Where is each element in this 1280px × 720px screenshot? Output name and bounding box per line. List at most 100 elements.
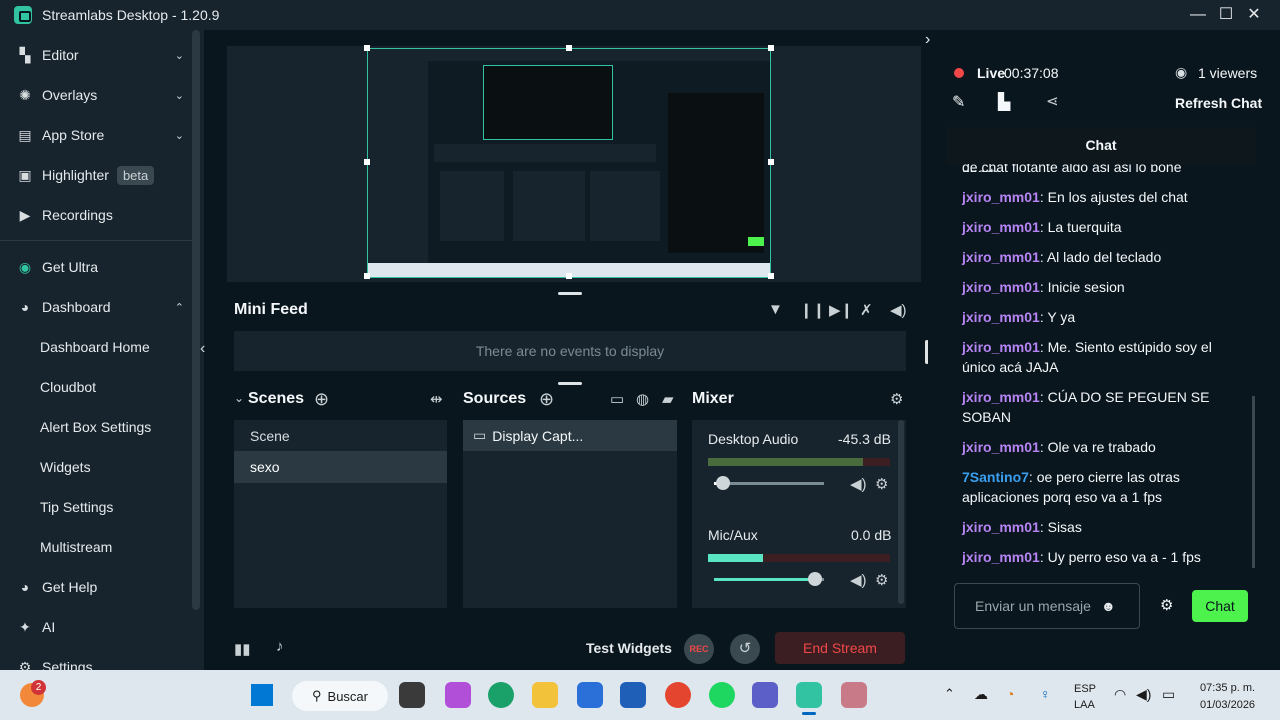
refresh-chat-button[interactable]: Refresh Chat — [1175, 95, 1262, 111]
replay-buffer-icon[interactable]: ↺ — [730, 634, 760, 664]
chevron-up-icon[interactable]: ⌃ — [944, 686, 955, 702]
clock-date[interactable]: 01/03/2026 — [1200, 699, 1255, 711]
sidebar-item-settings[interactable]: ⚙ Settings — [0, 647, 192, 671]
sidebar-item-dashboard[interactable]: ◕ Dashboard ⌃ — [0, 287, 192, 327]
resize-handle[interactable] — [768, 273, 774, 279]
edge-icon[interactable] — [488, 682, 514, 708]
resize-handle[interactable] — [566, 45, 572, 51]
source-display-icon[interactable]: ▭ — [610, 390, 624, 408]
chat-username[interactable]: jxiro_mm01 — [962, 339, 1040, 355]
resize-handle[interactable] — [364, 159, 370, 165]
stats-icon[interactable]: ▮▮ — [234, 640, 251, 658]
record-button[interactable]: REC — [684, 634, 714, 664]
scene-item-selected[interactable]: sexo — [234, 451, 447, 483]
sidebar-item-multistream[interactable]: Multistream — [0, 527, 192, 567]
sidebar-item-editor[interactable]: ▚ Editor ⌄ — [0, 35, 192, 75]
language-code[interactable]: ESP — [1074, 683, 1096, 695]
resize-grip[interactable] — [558, 382, 582, 385]
add-scene-icon[interactable]: ⊕ — [314, 389, 329, 410]
chat-input[interactable]: Enviar un mensaje ☻ — [954, 583, 1140, 629]
scene-item[interactable]: Scene — [234, 420, 447, 451]
emoji-icon[interactable]: ☻ — [1101, 598, 1116, 614]
app-icon[interactable] — [841, 682, 867, 708]
source-audio-icon[interactable]: ◍ — [636, 390, 649, 408]
add-folder-icon[interactable]: ▰ — [662, 390, 674, 408]
transitions-icon[interactable]: ⇹ — [430, 390, 443, 408]
chat-username[interactable]: 7Santino7 — [962, 469, 1029, 485]
sidebar-item-highlighter[interactable]: ▣ Highlighter beta — [0, 155, 192, 195]
chat-username[interactable]: jxiro_mm01 — [962, 519, 1040, 535]
chat-username[interactable]: jxiro_mm01 — [962, 279, 1040, 295]
sidebar-item-recordings[interactable]: ▶ Recordings — [0, 195, 192, 235]
volume-slider[interactable] — [714, 476, 824, 490]
volume-icon[interactable]: ◀) — [1136, 686, 1151, 703]
sidebar-item-app-store[interactable]: ▤ App Store ⌄ — [0, 115, 192, 155]
chevron-down-icon[interactable]: ⌄ — [234, 391, 244, 405]
speaker-icon[interactable]: ◀) — [850, 475, 867, 493]
resize-handle[interactable] — [364, 45, 370, 51]
chat-username[interactable]: jxiro_mm01 — [962, 439, 1040, 455]
teams-icon[interactable] — [752, 682, 778, 708]
display-capture-preview[interactable] — [367, 48, 771, 278]
store-icon[interactable] — [577, 682, 603, 708]
source-item[interactable]: ▭ Display Capt... — [463, 420, 677, 451]
outlook-icon[interactable] — [620, 682, 646, 708]
chat-username[interactable]: jxiro_mm01 — [962, 249, 1040, 265]
sidebar-item-tip-settings[interactable]: Tip Settings — [0, 487, 192, 527]
gear-icon[interactable]: ⚙ — [875, 475, 888, 493]
resize-handle[interactable] — [364, 273, 370, 279]
chat-scrollbar[interactable] — [1252, 396, 1255, 568]
resize-handle[interactable] — [768, 159, 774, 165]
chat-username[interactable]: jxiro_mm01 — [962, 389, 1040, 405]
sidebar-item-get-help[interactable]: ◕ Get Help — [0, 567, 192, 607]
add-source-icon[interactable]: ⊕ — [539, 389, 554, 410]
pause-icon[interactable]: ❙❙ — [800, 301, 825, 319]
notifications-icon[interactable]: ♪ — [276, 638, 284, 655]
camera-icon[interactable]: ▙ — [998, 92, 1010, 112]
skip-icon[interactable]: ▶❙ — [829, 301, 853, 319]
copilot-icon[interactable] — [445, 682, 471, 708]
wifi-icon[interactable]: ◠ — [1114, 686, 1126, 703]
mixer-scrollbar[interactable] — [898, 420, 904, 604]
minimize-button[interactable]: — — [1188, 5, 1208, 25]
start-icon[interactable] — [251, 684, 273, 706]
gear-icon[interactable]: ⚙ — [890, 390, 903, 408]
sidebar-item-cloudbot[interactable]: Cloudbot — [0, 367, 192, 407]
expand-chat-icon[interactable]: › — [925, 31, 930, 49]
spotify-icon[interactable] — [709, 682, 735, 708]
volume-slider[interactable] — [714, 572, 824, 586]
edit-icon[interactable]: ✎ — [952, 92, 965, 112]
sidebar-item-get-ultra[interactable]: ◉ Get Ultra — [0, 247, 192, 287]
file-explorer-icon[interactable] — [532, 682, 558, 708]
share-icon[interactable]: ⋖ — [1046, 92, 1059, 110]
resize-handle[interactable] — [566, 273, 572, 279]
resize-grip[interactable] — [558, 292, 582, 295]
collapse-sidebar-icon[interactable]: ‹ — [200, 340, 205, 358]
streamlabs-icon[interactable] — [796, 682, 822, 708]
mute-alerts-icon[interactable]: ✗ — [860, 301, 873, 319]
onedrive-icon[interactable]: ☁ — [974, 686, 988, 703]
maximize-button[interactable]: ☐ — [1216, 5, 1236, 25]
chat-username[interactable]: jxiro_mm01 — [962, 549, 1040, 565]
close-button[interactable]: ✕ — [1244, 5, 1264, 25]
microphone-icon[interactable]: ♀ — [1040, 686, 1051, 702]
task-view-icon[interactable] — [399, 682, 425, 708]
sidebar-scrollbar[interactable] — [192, 30, 200, 610]
clock-time[interactable]: 07:35 p. m. — [1200, 682, 1255, 694]
sidebar-item-overlays[interactable]: ✺ Overlays ⌄ — [0, 75, 192, 115]
resize-handle[interactable] — [768, 45, 774, 51]
chrome-icon[interactable] — [665, 682, 691, 708]
volume-icon[interactable]: ◀) — [890, 301, 907, 319]
keyboard-layout[interactable]: LAA — [1074, 699, 1095, 711]
sidebar-item-widgets[interactable]: Widgets — [0, 447, 192, 487]
sidebar-item-ai[interactable]: ✦ AI — [0, 607, 192, 647]
sidebar-item-alert-box-settings[interactable]: Alert Box Settings — [0, 407, 192, 447]
chat-username[interactable]: jxiro_mm01 — [962, 219, 1040, 235]
speaker-icon[interactable]: ◀) — [850, 571, 867, 589]
end-stream-button[interactable]: End Stream — [775, 632, 905, 664]
test-widgets-button[interactable]: Test Widgets — [586, 640, 672, 656]
chat-username[interactable]: jxiro_mm01 — [962, 309, 1040, 325]
gear-icon[interactable]: ⚙ — [1160, 596, 1173, 614]
sync-icon[interactable]: ◔ — [1006, 686, 1014, 702]
battery-icon[interactable]: ▭ — [1162, 686, 1175, 703]
